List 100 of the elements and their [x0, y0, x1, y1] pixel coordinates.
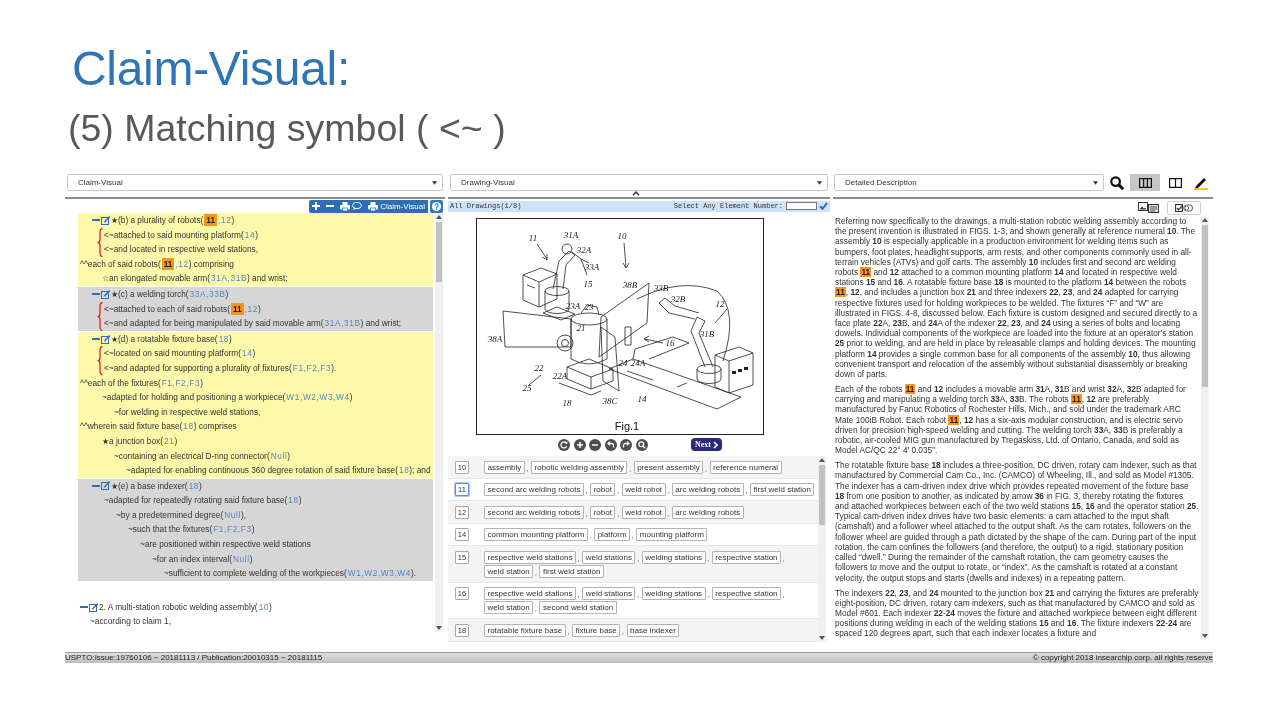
comment-icon [352, 202, 363, 210]
matched-reference[interactable]: 11 [161, 257, 175, 270]
term-tag[interactable]: rotatable fixture base [484, 623, 566, 637]
brace-icon [97, 227, 103, 257]
term-tag[interactable]: fixture base [571, 623, 621, 637]
term-tag[interactable]: weld station [484, 601, 534, 614]
edit-icon[interactable] [89, 602, 98, 612]
reference-link[interactable]: 31A,31B [211, 273, 248, 284]
term-tag[interactable]: first weld station [749, 483, 815, 496]
arrow-down-icon[interactable] [1202, 634, 1208, 638]
term-tag[interactable]: weld station [484, 564, 534, 578]
two-columns-icon [1168, 177, 1182, 188]
reference-numeral: 31A [563, 230, 579, 240]
term-tag[interactable]: welding stations [641, 550, 706, 564]
scrollbar-thumb[interactable] [436, 222, 442, 282]
figure-caption: Fig.1 [614, 420, 640, 432]
matched-reference: 11 [904, 384, 916, 395]
term-tag[interactable]: weld robot [621, 483, 666, 496]
rotate-icon[interactable] [558, 438, 570, 451]
collapse-icon[interactable] [80, 606, 88, 609]
scrollbar-thumb[interactable] [819, 465, 825, 525]
term-tag[interactable]: reference numeral [709, 460, 782, 474]
brace-icon [97, 301, 103, 331]
checkmark-icon[interactable] [819, 202, 828, 211]
reference-numeral: 32A [576, 245, 592, 255]
term-tag[interactable]: base indexer [626, 623, 680, 637]
arrow-up-icon[interactable] [436, 215, 442, 219]
three-column-button[interactable] [1130, 174, 1160, 191]
undo-icon[interactable] [604, 438, 617, 451]
scrollbar-thumb[interactable] [1202, 225, 1208, 387]
edit-icon[interactable] [101, 215, 110, 225]
magnifier-icon[interactable] [635, 438, 648, 451]
claim-line: <~located on said mounting platform(14) [104, 347, 257, 361]
edit-icon[interactable] [101, 334, 110, 344]
arrow-down-icon[interactable] [819, 636, 825, 640]
term-tag[interactable]: weld stations [582, 587, 636, 600]
reference-link[interactable]: W1,W2,W3,W4 [286, 392, 350, 403]
term-tag[interactable]: second arc welding robots [484, 505, 584, 519]
edit-icon[interactable] [101, 289, 110, 299]
term-tag[interactable]: arc welding robots [671, 483, 744, 496]
scrollbar[interactable] [435, 213, 443, 632]
claim-line: ~according to claim 1, [90, 615, 172, 629]
matched-reference: 11 [835, 287, 846, 298]
term-separator: , [704, 462, 708, 474]
term-tag[interactable]: present assembly [633, 460, 704, 474]
check-toggle-button[interactable] [1167, 200, 1201, 215]
reference-link[interactable]: 18 [218, 333, 230, 344]
term-tag[interactable]: first weld station [539, 564, 604, 578]
reference-link[interactable]: 18 [183, 421, 194, 432]
scrollbar[interactable] [1201, 216, 1209, 640]
claim-clause: ^^wherein said fixture base(18) comprises [80, 420, 238, 434]
term-tag[interactable]: platform [594, 528, 631, 541]
print-button[interactable]: Claim-Visual [365, 199, 428, 213]
term-tag[interactable]: common mounting platform [484, 528, 588, 541]
claim-line: <~and adapted for being manipulated by said movable arm(31A,31B) and wrist; [104, 317, 402, 331]
reference-link[interactable]: 18 [398, 465, 410, 476]
collapse-icon[interactable] [92, 338, 100, 341]
term-tag[interactable]: welding stations [641, 587, 706, 600]
term-tag[interactable]: weld stations [582, 550, 636, 564]
term-separator: , [628, 462, 632, 474]
zoom-out-icon[interactable] [589, 438, 601, 451]
view-select[interactable]: Claim-Visual [67, 174, 443, 191]
next-button[interactable]: Next [691, 438, 722, 451]
expand-all-button[interactable] [309, 199, 324, 213]
term-tag[interactable]: respective station [711, 587, 782, 600]
matched-reference[interactable]: 11 [230, 302, 244, 315]
claim-line: <~attached to each of said robots( 11 ,12) [104, 301, 262, 317]
search-button[interactable] [1108, 174, 1126, 191]
reference-link[interactable]: 10 [258, 601, 270, 612]
section-select[interactable]: Detailed Description [834, 174, 1104, 191]
matched-reference[interactable]: 11 [204, 214, 218, 226]
term-tag[interactable]: respective weld stations [484, 587, 576, 600]
help-icon[interactable] [430, 199, 443, 213]
term-tag[interactable]: second weld station [539, 601, 617, 614]
term-tag[interactable]: respective station [711, 550, 782, 564]
term-tag[interactable]: robot [590, 483, 616, 496]
term-tag[interactable]: assembly [484, 460, 525, 474]
term-tag[interactable]: mounting platform [636, 528, 708, 541]
collapse-icon[interactable] [92, 293, 100, 296]
element-number-field[interactable] [786, 202, 817, 211]
scrollbar[interactable] [818, 456, 826, 642]
reference-link[interactable]: F1,F2,F3 [292, 362, 332, 373]
arrow-up-icon[interactable] [1202, 218, 1208, 222]
collapse-icon[interactable] [92, 219, 100, 222]
term-tag[interactable]: second arc welding robots [484, 483, 584, 496]
term-tag[interactable]: arc welding robots [671, 505, 744, 519]
reference-link[interactable]: ,12 [175, 258, 189, 269]
arrow-down-icon[interactable] [436, 626, 442, 630]
term-tag[interactable]: robotic welding assembly [531, 460, 628, 474]
term-tag[interactable]: robot [590, 505, 616, 519]
arrow-up-icon[interactable] [819, 458, 825, 462]
edit-icon[interactable] [101, 481, 110, 491]
caret-up-icon[interactable] [632, 191, 640, 196]
zoom-in-icon[interactable] [573, 438, 586, 451]
term-tag[interactable]: respective weld stations [484, 550, 576, 564]
term-tag[interactable]: weld robot [621, 505, 666, 519]
reference-numeral: 14 [637, 394, 647, 404]
redo-icon[interactable] [620, 438, 632, 451]
view-select[interactable]: Drawing-Visual [450, 174, 828, 191]
reference-link[interactable]: F1,F2,F3 [161, 377, 201, 388]
